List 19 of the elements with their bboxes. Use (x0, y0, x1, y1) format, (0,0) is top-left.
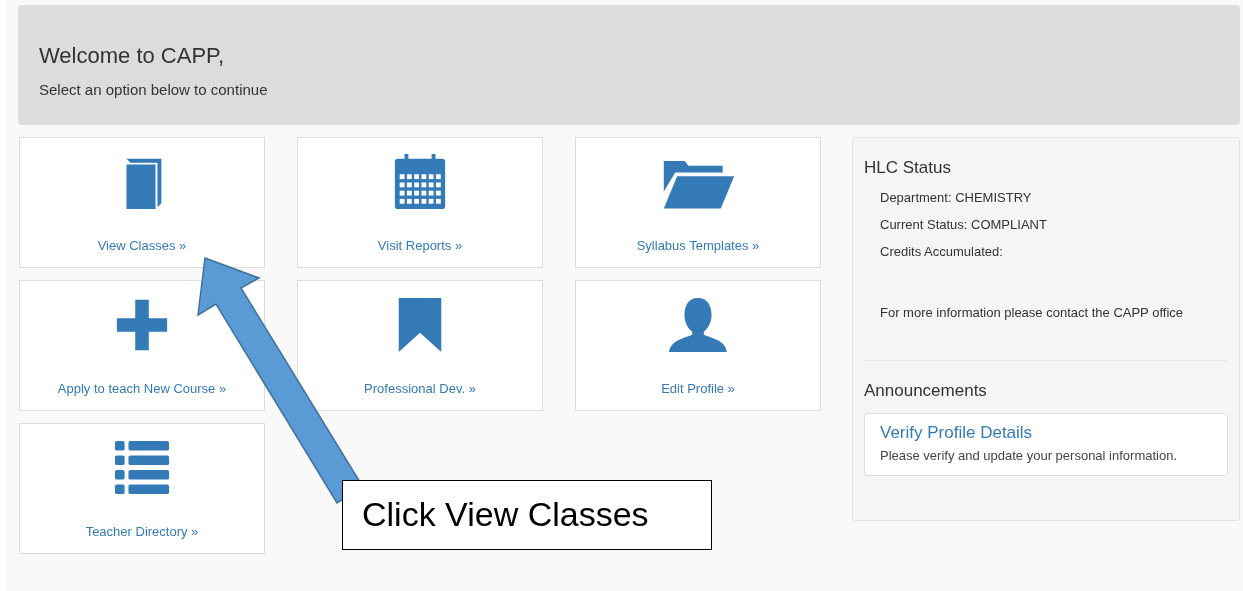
status-line: Credits Accumulated: (880, 244, 1004, 259)
status-line: Department: CHEMISTRY (880, 190, 1033, 205)
option-tile[interactable]: Teacher Directory » (19, 423, 265, 554)
welcome-title: Welcome to CAPP, (39, 43, 226, 69)
option-tile[interactable]: Apply to teach New Course » (19, 280, 265, 411)
info-note: For more information please contact the CAPP office (880, 305, 1184, 320)
option-tile[interactable]: Edit Profile » (575, 280, 821, 411)
option-tile[interactable]: Syllabus Templates » (575, 137, 821, 268)
section-title: HLC Status (864, 158, 952, 178)
section-title: Announcements (864, 381, 988, 401)
option-tile[interactable]: View Classes » (19, 137, 265, 268)
callout-label: Click View Classes (342, 480, 712, 550)
option-tile[interactable]: Visit Reports » (297, 137, 543, 268)
announcement-text: Please verify and update your personal information. (880, 448, 1178, 463)
welcome-subtitle: Select an option below to continue (39, 81, 269, 98)
option-tile[interactable]: Professional Dev. » (297, 280, 543, 411)
person-icon (669, 295, 727, 355)
announcement-link[interactable]: Verify Profile Details (880, 423, 1212, 443)
status-line: Current Status: COMPLIANT (880, 217, 1048, 232)
